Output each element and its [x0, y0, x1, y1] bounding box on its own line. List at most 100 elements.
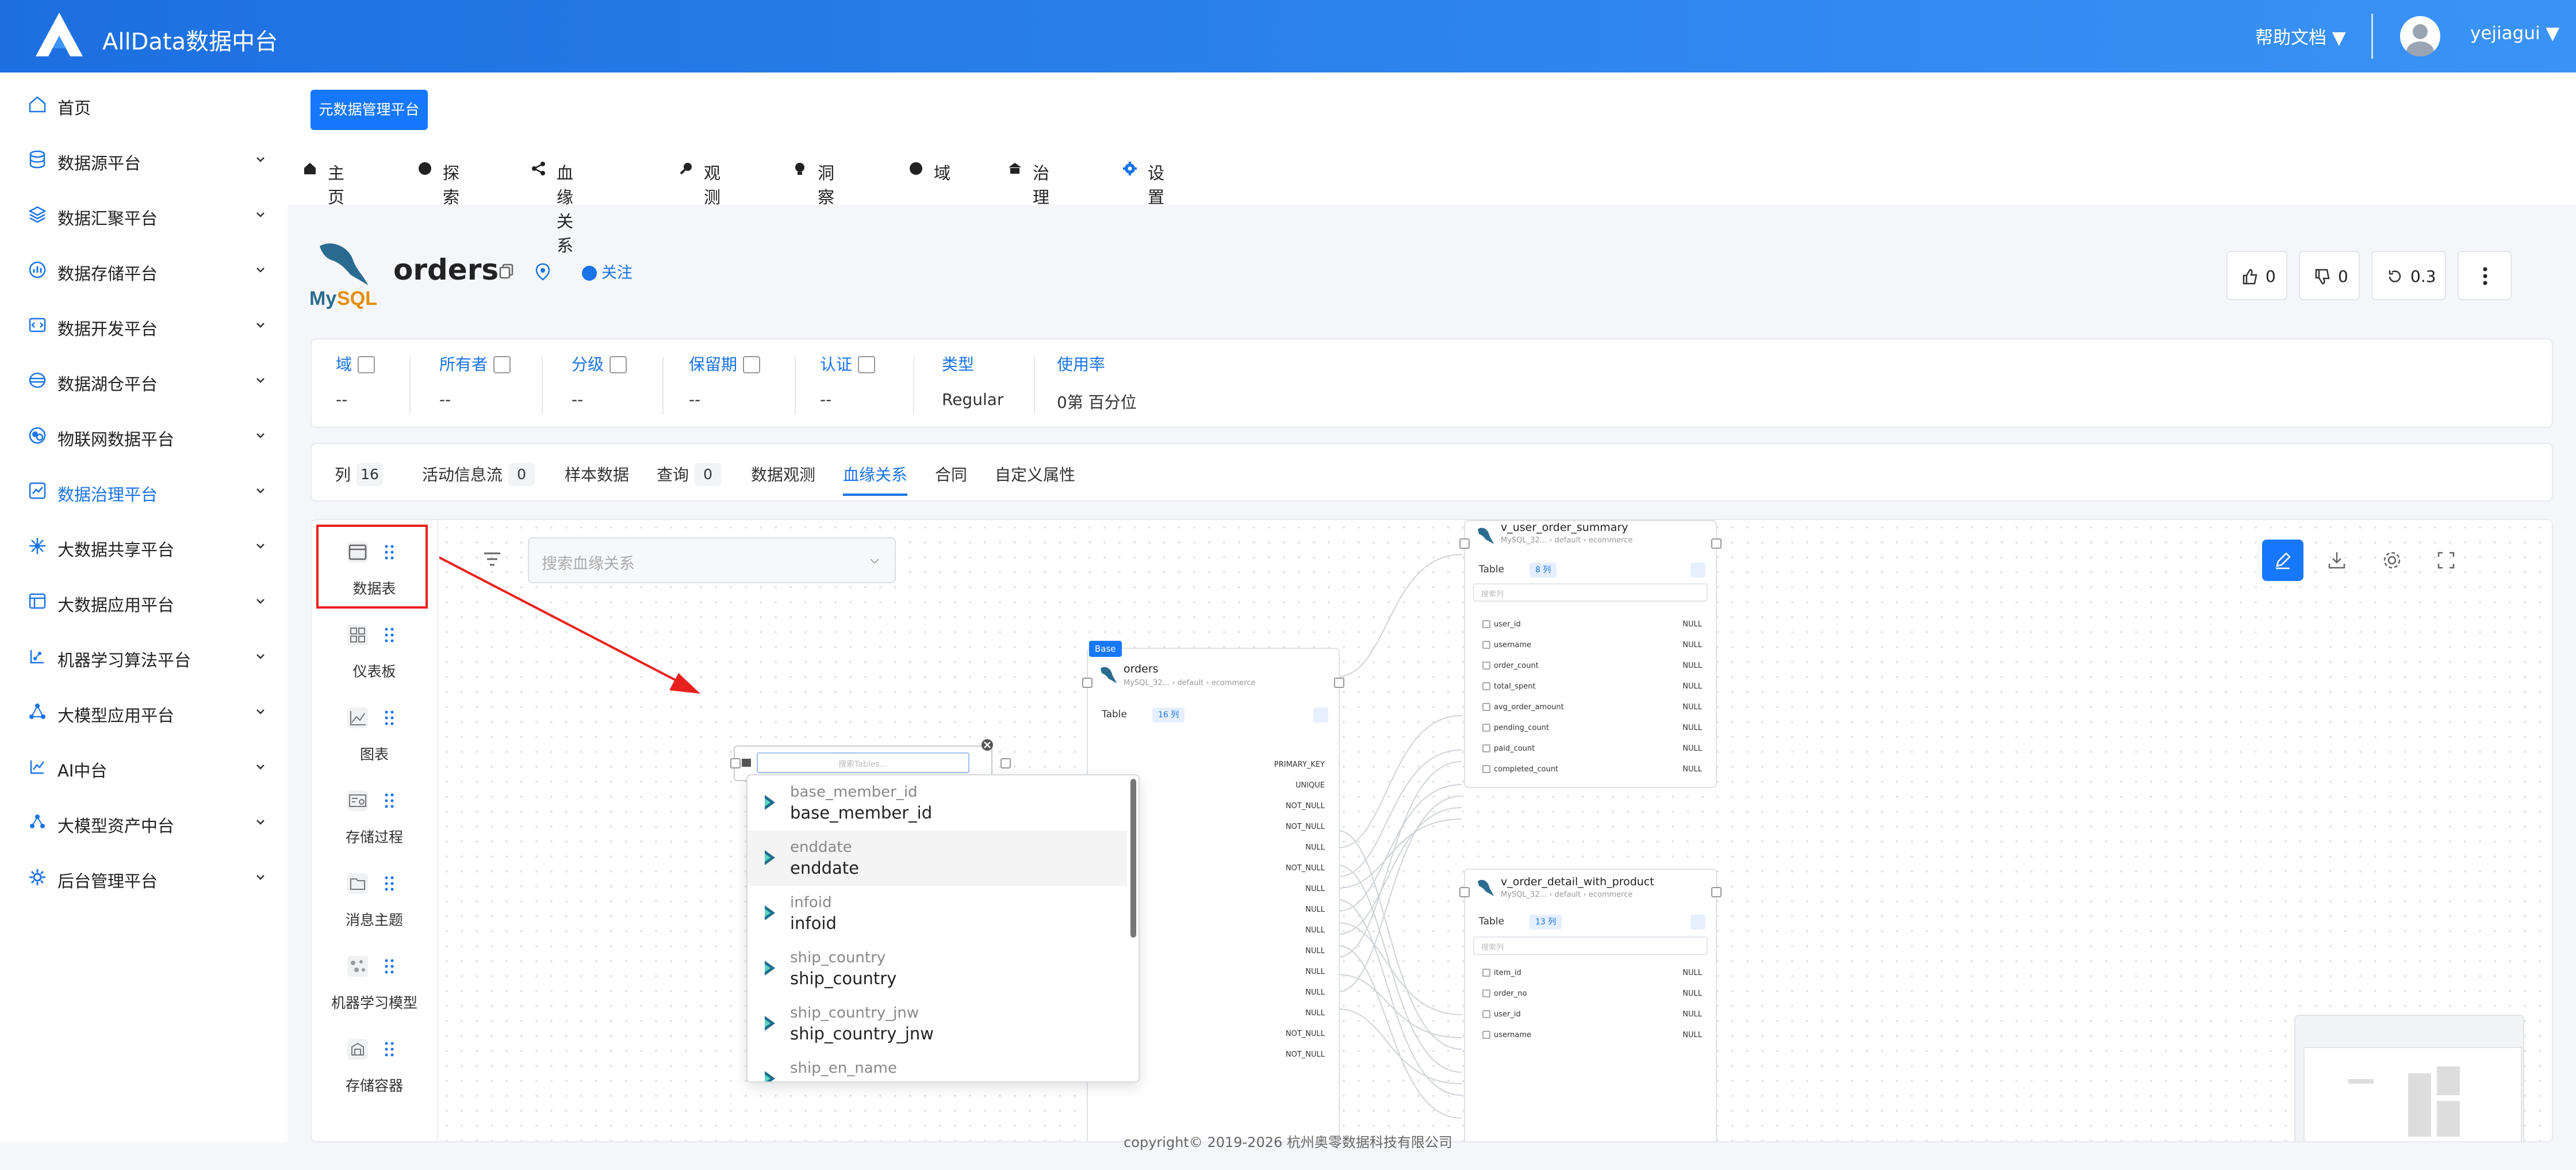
- follow-button[interactable]: 关注: [582, 260, 632, 283]
- prop-certification[interactable]: 认证 --: [820, 352, 876, 409]
- vote-down-button[interactable]: 0: [2299, 251, 2360, 300]
- drag-handle-icon[interactable]: [383, 956, 396, 977]
- node-column-row[interactable]: username NULL: [1482, 1026, 1702, 1047]
- dropdown-scrollbar[interactable]: [1130, 779, 1136, 938]
- user-menu[interactable]: yejiagui ▼: [2470, 23, 2559, 44]
- lineage-minimap[interactable]: [2294, 1015, 2524, 1141]
- node-output-handle[interactable]: [1711, 887, 1722, 897]
- filter-icon[interactable]: [1690, 563, 1705, 578]
- mysql-logo-icon: [1101, 667, 1117, 683]
- palette-item-ml-model[interactable]: 机器学习模型: [320, 934, 429, 1015]
- node-column-row[interactable]: username NULL: [1482, 636, 1702, 657]
- tab-data-observability[interactable]: 数据观测: [751, 462, 815, 485]
- column-name: user_id: [1494, 620, 1521, 629]
- node-output-handle[interactable]: [1711, 538, 1722, 549]
- suggestion-option[interactable]: ship_country_jnw ship_country_jnw: [747, 996, 1127, 1052]
- tab-queries[interactable]: 查询 0: [657, 462, 722, 486]
- node-column-search[interactable]: 搜索列: [1473, 936, 1708, 955]
- tab-lineage[interactable]: 血缘关系: [843, 462, 908, 496]
- lineage-node-v-user-order-summary[interactable]: v_user_order_summary MySQL_32... › defau…: [1459, 520, 1722, 788]
- palette-item-chart[interactable]: 图表: [320, 686, 429, 766]
- node-columns-badge[interactable]: 8 列: [1529, 563, 1557, 578]
- suggestion-option[interactable]: ship_en_name: [747, 1052, 1127, 1081]
- suggestion-option[interactable]: ship_country ship_country: [747, 941, 1127, 996]
- palette-item-procedure[interactable]: 存储过程: [320, 768, 429, 849]
- tab-contract[interactable]: 合同: [935, 462, 967, 485]
- filter-icon[interactable]: [1690, 915, 1705, 930]
- drag-handle-icon[interactable]: [383, 1039, 396, 1060]
- sidebar-item-storage[interactable]: 数据存储平台: [0, 250, 288, 290]
- drag-handle-icon[interactable]: [383, 873, 396, 894]
- tab-activity-feed[interactable]: 活动信息流 0: [422, 462, 535, 486]
- prop-owner[interactable]: 所有者 --: [439, 352, 511, 409]
- suggestion-option[interactable]: infoid infoid: [747, 886, 1127, 941]
- node-column-row[interactable]: PRIMARY_KEY: [1105, 756, 1325, 777]
- node-column-search[interactable]: 搜索列: [1473, 583, 1708, 602]
- avatar[interactable]: [2400, 16, 2440, 56]
- plus-icon: [582, 266, 597, 281]
- palette-item-container[interactable]: 存储容器: [320, 1017, 429, 1098]
- node-column-row[interactable]: paid_count NULL: [1482, 740, 1702, 760]
- drag-handle-icon[interactable]: [383, 790, 396, 811]
- edit-icon[interactable]: [358, 356, 375, 373]
- sidebar-item-lakehouse[interactable]: 数据湖仓平台: [0, 360, 288, 400]
- node-input-handle[interactable]: [1459, 538, 1470, 549]
- sidebar-item-admin[interactable]: 后台管理平台: [0, 857, 288, 897]
- node-columns-badge[interactable]: 13 列: [1529, 915, 1562, 930]
- vote-up-button[interactable]: 0: [2226, 251, 2287, 300]
- close-icon[interactable]: [981, 739, 994, 751]
- tab-count-badge: 16: [356, 463, 384, 486]
- column-constraint: NOT_NULL: [1285, 1050, 1325, 1059]
- sidebar-item-llm-app[interactable]: 大模型应用平台: [0, 691, 288, 732]
- metadata-platform-button[interactable]: 元数据管理平台: [310, 90, 428, 130]
- node-column-row[interactable]: user_id NULL: [1482, 615, 1702, 636]
- node-output-handle[interactable]: [1000, 758, 1011, 768]
- sidebar-item-iot[interactable]: 物联网数据平台: [0, 415, 288, 456]
- edit-icon[interactable]: [493, 356, 511, 373]
- node-columns-badge[interactable]: 16 列: [1152, 708, 1185, 722]
- prop-retention[interactable]: 保留期 --: [689, 352, 761, 409]
- help-docs-menu[interactable]: 帮助文档 ▼: [2255, 23, 2346, 49]
- tab-sample-data[interactable]: 样本数据: [565, 462, 629, 485]
- prop-tier[interactable]: 分级 --: [572, 352, 627, 409]
- drag-handle-icon[interactable]: [383, 708, 396, 728]
- suggestion-option[interactable]: enddate enddate: [747, 831, 1127, 886]
- node-column-row[interactable]: order_no NULL: [1482, 985, 1702, 1005]
- palette-item-topic[interactable]: 消息主题: [320, 851, 429, 932]
- location-pin-icon[interactable]: [534, 262, 552, 281]
- node-column-row[interactable]: pending_count NULL: [1482, 719, 1702, 740]
- node-column-row[interactable]: completed_count NULL: [1482, 760, 1702, 781]
- tab-custom-properties[interactable]: 自定义属性: [995, 462, 1075, 485]
- sidebar-item-ml[interactable]: 机器学习算法平台: [0, 636, 288, 676]
- lineage-node-v-order-detail-with-product[interactable]: v_order_detail_with_product MySQL_32... …: [1459, 869, 1722, 1141]
- node-column-row[interactable]: order_count NULL: [1482, 657, 1702, 678]
- lineage-graph-canvas[interactable]: 搜索血缘关系 v_user_order_summary MySQL_32... …: [439, 520, 2552, 1141]
- sidebar-item-home[interactable]: 首页: [0, 84, 288, 124]
- sidebar-item-ai[interactable]: AI中台: [0, 747, 288, 787]
- edit-icon[interactable]: [743, 356, 761, 373]
- edit-icon[interactable]: [858, 356, 876, 373]
- sidebar-item-datasource[interactable]: 数据源平台: [0, 139, 288, 179]
- version-button[interactable]: 0.3: [2371, 251, 2446, 300]
- node-column-row[interactable]: total_spent NULL: [1482, 678, 1702, 698]
- palette-item-dashboard[interactable]: 仪表板: [320, 603, 429, 683]
- node-output-handle[interactable]: [1334, 678, 1344, 688]
- drag-handle-icon[interactable]: [383, 625, 396, 645]
- sidebar-item-collect[interactable]: 数据汇聚平台: [0, 194, 288, 235]
- more-options-button[interactable]: [2458, 251, 2512, 300]
- edit-icon[interactable]: [610, 356, 627, 373]
- node-input-handle[interactable]: [1082, 678, 1092, 688]
- tab-columns[interactable]: 列 16: [335, 462, 384, 486]
- sidebar-item-bigdata-app[interactable]: 大数据应用平台: [0, 581, 288, 621]
- sidebar-item-governance[interactable]: 数据治理平台: [0, 471, 288, 511]
- node-column-row[interactable]: item_id NULL: [1482, 964, 1702, 985]
- filter-icon[interactable]: [1313, 708, 1328, 722]
- sidebar-item-llm-asset[interactable]: 大模型资产中台: [0, 802, 288, 842]
- sidebar-item-dev[interactable]: 数据开发平台: [0, 305, 288, 345]
- copy-icon[interactable]: [498, 262, 515, 280]
- node-column-row[interactable]: avg_order_amount NULL: [1482, 698, 1702, 719]
- sidebar-item-share[interactable]: 大数据共享平台: [0, 526, 288, 566]
- node-column-row[interactable]: user_id NULL: [1482, 1005, 1702, 1026]
- node-input-handle[interactable]: [1459, 887, 1470, 897]
- prop-domain[interactable]: 域 --: [336, 352, 375, 409]
